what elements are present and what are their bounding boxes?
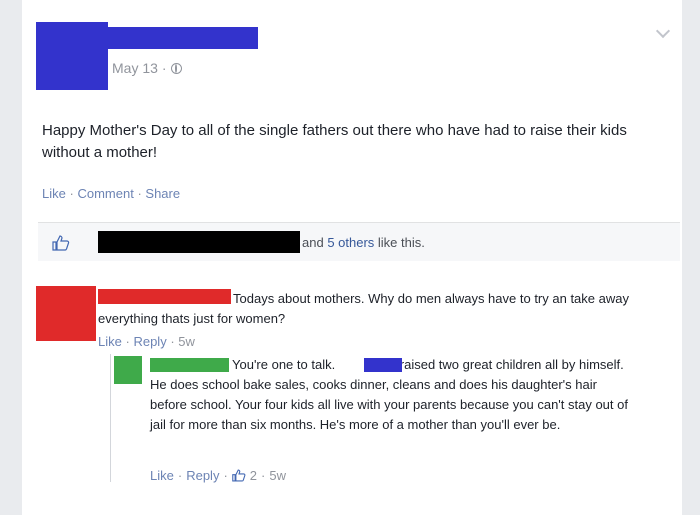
chevron-down-icon[interactable] xyxy=(655,23,671,39)
reply-actions: Like · Reply · 2 · 5w xyxy=(150,468,286,483)
others-link[interactable]: 5 others xyxy=(327,235,374,250)
reply-like-link[interactable]: Like xyxy=(150,468,174,483)
action-separator: · xyxy=(261,468,266,483)
mentioned-name-redacted[interactable] xyxy=(364,358,402,372)
reply-thread-line xyxy=(110,354,111,482)
like-link[interactable]: Like xyxy=(42,186,66,201)
comment-actions: Like · Reply · 5w xyxy=(98,334,195,349)
post-timestamp[interactable]: May 13 · xyxy=(112,60,182,76)
author-name-redacted[interactable] xyxy=(108,27,258,49)
reply-reply-link[interactable]: Reply xyxy=(186,468,219,483)
action-separator: · xyxy=(223,468,228,483)
commenter-name-redacted[interactable] xyxy=(98,289,231,304)
liker-names-redacted xyxy=(98,231,300,253)
action-separator: · xyxy=(125,334,130,349)
replier-avatar-redacted[interactable] xyxy=(114,356,142,384)
action-separator: · xyxy=(170,334,175,349)
author-avatar-redacted[interactable] xyxy=(36,22,108,90)
share-link[interactable]: Share xyxy=(145,186,180,201)
action-separator: · xyxy=(177,468,183,483)
commenter-avatar-redacted[interactable] xyxy=(36,286,96,341)
action-separator: · xyxy=(69,186,74,201)
action-separator: · xyxy=(137,186,142,201)
post-text: Happy Mother's Day to all of the single … xyxy=(42,122,627,161)
comment-reply-link[interactable]: Reply xyxy=(133,334,166,349)
post-actions: Like · Comment · Share xyxy=(42,186,180,201)
reply-age[interactable]: 5w xyxy=(269,468,286,483)
thumbs-up-icon[interactable] xyxy=(232,469,246,482)
likes-summary: and 5 others like this. xyxy=(38,222,680,261)
likes-text: and 5 others like this. xyxy=(302,235,425,250)
likes-prefix: and xyxy=(302,235,328,250)
globe-icon xyxy=(170,62,182,74)
post-card: May 13 · Happy Mother's Day to all of th… xyxy=(22,0,682,515)
reply-like-count[interactable]: 2 xyxy=(250,468,257,483)
comment-age[interactable]: 5w xyxy=(178,334,195,349)
reply-text-start: You're one to talk. xyxy=(232,357,336,372)
thumbs-up-icon xyxy=(52,235,70,251)
likes-suffix: like this. xyxy=(374,235,425,250)
comment-link[interactable]: Comment xyxy=(77,186,133,201)
replier-name-redacted[interactable] xyxy=(150,358,229,372)
post-date[interactable]: May 13 xyxy=(112,60,158,76)
date-separator: · xyxy=(161,60,167,76)
comment-like-link[interactable]: Like xyxy=(98,334,122,349)
